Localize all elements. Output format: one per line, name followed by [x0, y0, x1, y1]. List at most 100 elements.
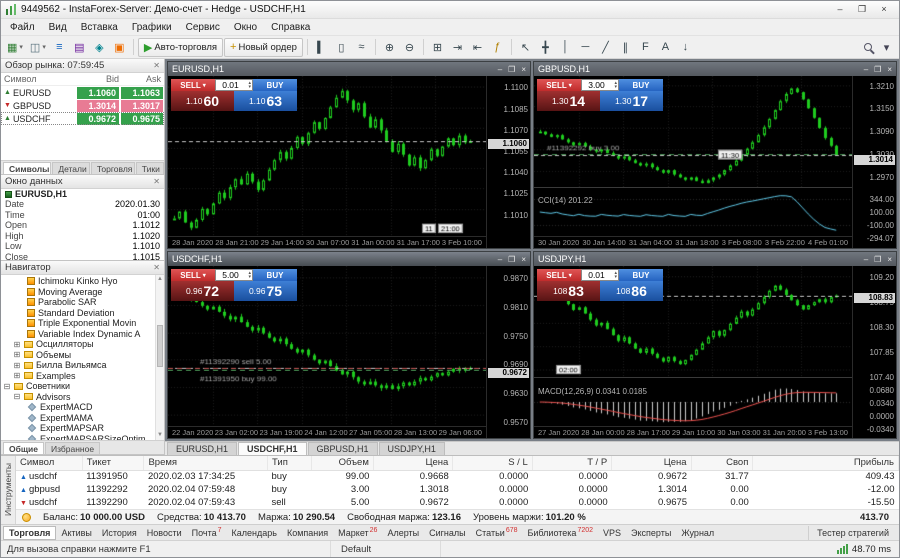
buy-price-button[interactable]: 10886 [600, 281, 663, 301]
column-header[interactable]: Символ [16, 456, 82, 470]
fibonacci-button[interactable]: F [636, 38, 655, 57]
new-order-button[interactable]: +Новый ордер [224, 38, 303, 57]
menu-item-6[interactable]: Справка [264, 21, 317, 34]
autotrade-button[interactable]: ▶Авто-торговля [138, 38, 223, 57]
lot-size-input[interactable]: 0.01▴▾ [581, 269, 619, 281]
navigator-item[interactable]: Standard Deviation [1, 308, 164, 319]
chart-titlebar-usdjpy[interactable]: USDJPY,H1–❐× [534, 252, 896, 266]
chart-shift-button[interactable]: ⇤ [468, 38, 487, 57]
menu-item-1[interactable]: Вид [42, 21, 74, 34]
arrows-tool-button[interactable]: ↓ [676, 38, 695, 57]
lot-size-input[interactable]: 5.00▴▾ [215, 269, 253, 281]
column-header[interactable]: Своп [691, 456, 753, 470]
position-row[interactable]: ▼usdchf113922902020.02.04 07:59:43sell5.… [16, 496, 899, 509]
buy-button[interactable]: BUY [253, 79, 297, 91]
expand-icon[interactable]: ⊞ [13, 340, 21, 349]
menu-item-2[interactable]: Вставка [74, 21, 125, 34]
terminal-tab[interactable]: Торговля [3, 526, 56, 540]
menu-item-3[interactable]: Графики [125, 21, 179, 34]
auto-scroll-button[interactable]: ⇥ [448, 38, 467, 57]
chart-tab[interactable]: USDCHF,H1 [238, 442, 307, 455]
expand-icon[interactable]: ⊞ [13, 371, 21, 380]
navigator-item[interactable]: ExpertMAMA [1, 413, 164, 424]
navigator-item[interactable]: ⊟Советники [1, 381, 164, 392]
terminal-side-tab[interactable]: Инструменты [1, 456, 16, 524]
market-watch-header[interactable]: Обзор рынка: 07:59:45 ✕ [1, 59, 164, 73]
terminal-tab[interactable]: Календарь [227, 526, 282, 540]
data-window-button[interactable]: ▤ [70, 38, 89, 57]
strategy-tester-tab[interactable]: Тестер стратегий [808, 526, 897, 540]
trendline-button[interactable]: ╱ [596, 38, 615, 57]
toolbar-overflow-button[interactable]: ▾ [877, 38, 896, 57]
restore-icon[interactable]: ❐ [508, 255, 515, 264]
status-profile[interactable]: Default [331, 541, 441, 557]
indicator-canvas-usdjpy[interactable] [534, 378, 852, 426]
vertical-line-button[interactable]: │ [556, 38, 575, 57]
terminal-tab[interactable]: Журнал [676, 526, 719, 540]
navigator-item[interactable]: Ichimoku Kinko Hyo [1, 276, 164, 287]
sell-price-button[interactable]: 1.3014 [537, 91, 600, 111]
sell-price-button[interactable]: 10883 [537, 281, 600, 301]
close-icon[interactable]: × [887, 255, 892, 264]
indicators-button[interactable]: ƒ [488, 38, 507, 57]
bars-chart-button[interactable]: ▍ [312, 38, 331, 57]
navigator-item[interactable]: ⊞Examples [1, 371, 164, 382]
terminal-tab[interactable]: Новости [142, 526, 187, 540]
position-row[interactable]: ▲gbpusd113922922020.02.04 07:59:48buy3.0… [16, 483, 899, 496]
column-header[interactable]: T / P [532, 456, 611, 470]
restore-icon[interactable]: ❐ [508, 65, 515, 74]
navigator-tab[interactable]: Общие [3, 442, 44, 454]
text-label-button[interactable]: A [656, 38, 675, 57]
menu-item-5[interactable]: Окно [227, 21, 264, 34]
navigator-item[interactable]: ⊞Билла Вильямса [1, 360, 164, 371]
column-header[interactable]: Цена [373, 456, 452, 470]
minimize-icon[interactable]: – [864, 255, 868, 264]
lot-spinner[interactable]: ▴▾ [248, 80, 251, 90]
column-header[interactable]: Цена [612, 456, 691, 470]
close-icon[interactable]: ✕ [153, 263, 160, 272]
lot-spinner[interactable]: ▴▾ [614, 80, 617, 90]
sell-button[interactable]: SELL▾ [171, 79, 215, 91]
chart-titlebar-usdchf[interactable]: USDCHF,H1–❐× [168, 252, 530, 266]
zoom-in-button[interactable]: ⊕ [380, 38, 399, 57]
terminal-tab[interactable]: Эксперты [626, 526, 676, 540]
scroll-up-icon[interactable]: ▲ [156, 275, 164, 284]
buy-price-button[interactable]: 1.3017 [600, 91, 663, 111]
minimize-icon[interactable]: – [498, 255, 502, 264]
terminal-tab[interactable]: Статьи678 [471, 526, 523, 540]
chart-tab[interactable]: EURUSD,H1 [167, 442, 237, 455]
navigator-item[interactable]: ExpertMAPSAR [1, 423, 164, 434]
buy-button[interactable]: BUY [253, 269, 297, 281]
terminal-panel-button[interactable]: ▣ [110, 38, 129, 57]
search-button[interactable] [858, 38, 877, 57]
navigator-item[interactable]: ⊞Осцилляторы [1, 339, 164, 350]
sell-price-button[interactable]: 0.9672 [171, 281, 234, 301]
maximize-icon[interactable]: ❐ [851, 2, 873, 17]
column-header[interactable]: Тикет [82, 456, 144, 470]
sell-button[interactable]: SELL▾ [171, 269, 215, 281]
buy-price-button[interactable]: 1.1063 [234, 91, 297, 111]
column-header[interactable]: Объем [312, 456, 374, 470]
crosshair-button[interactable]: ╋ [536, 38, 555, 57]
navigator-item[interactable]: Variable Index Dynamic A [1, 329, 164, 340]
zoom-out-button[interactable]: ⊖ [400, 38, 419, 57]
new-chart-button[interactable]: ▦▾ [4, 38, 26, 57]
sell-button[interactable]: SELL▾ [537, 79, 581, 91]
lot-spinner[interactable]: ▴▾ [614, 270, 617, 280]
navigator-button[interactable]: ◈ [90, 38, 109, 57]
restore-icon[interactable]: ❐ [874, 65, 881, 74]
chart-tab[interactable]: GBPUSD,H1 [308, 442, 378, 455]
market-watch-button[interactable]: ≡ [50, 38, 69, 57]
lot-size-input[interactable]: 0.01▴▾ [215, 79, 253, 91]
terminal-tab[interactable]: Активы [56, 526, 96, 540]
buy-price-button[interactable]: 0.9675 [234, 281, 297, 301]
close-icon[interactable]: × [887, 65, 892, 74]
column-header[interactable]: Прибыль [753, 456, 899, 470]
minimize-icon[interactable]: – [498, 65, 502, 74]
terminal-tab[interactable]: Сигналы [424, 526, 471, 540]
column-header[interactable]: Тип [268, 456, 312, 470]
buy-button[interactable]: BUY [619, 269, 663, 281]
close-icon[interactable]: × [521, 65, 526, 74]
navigator-item[interactable]: Moving Average [1, 287, 164, 298]
terminal-tab[interactable]: VPS [598, 526, 626, 540]
